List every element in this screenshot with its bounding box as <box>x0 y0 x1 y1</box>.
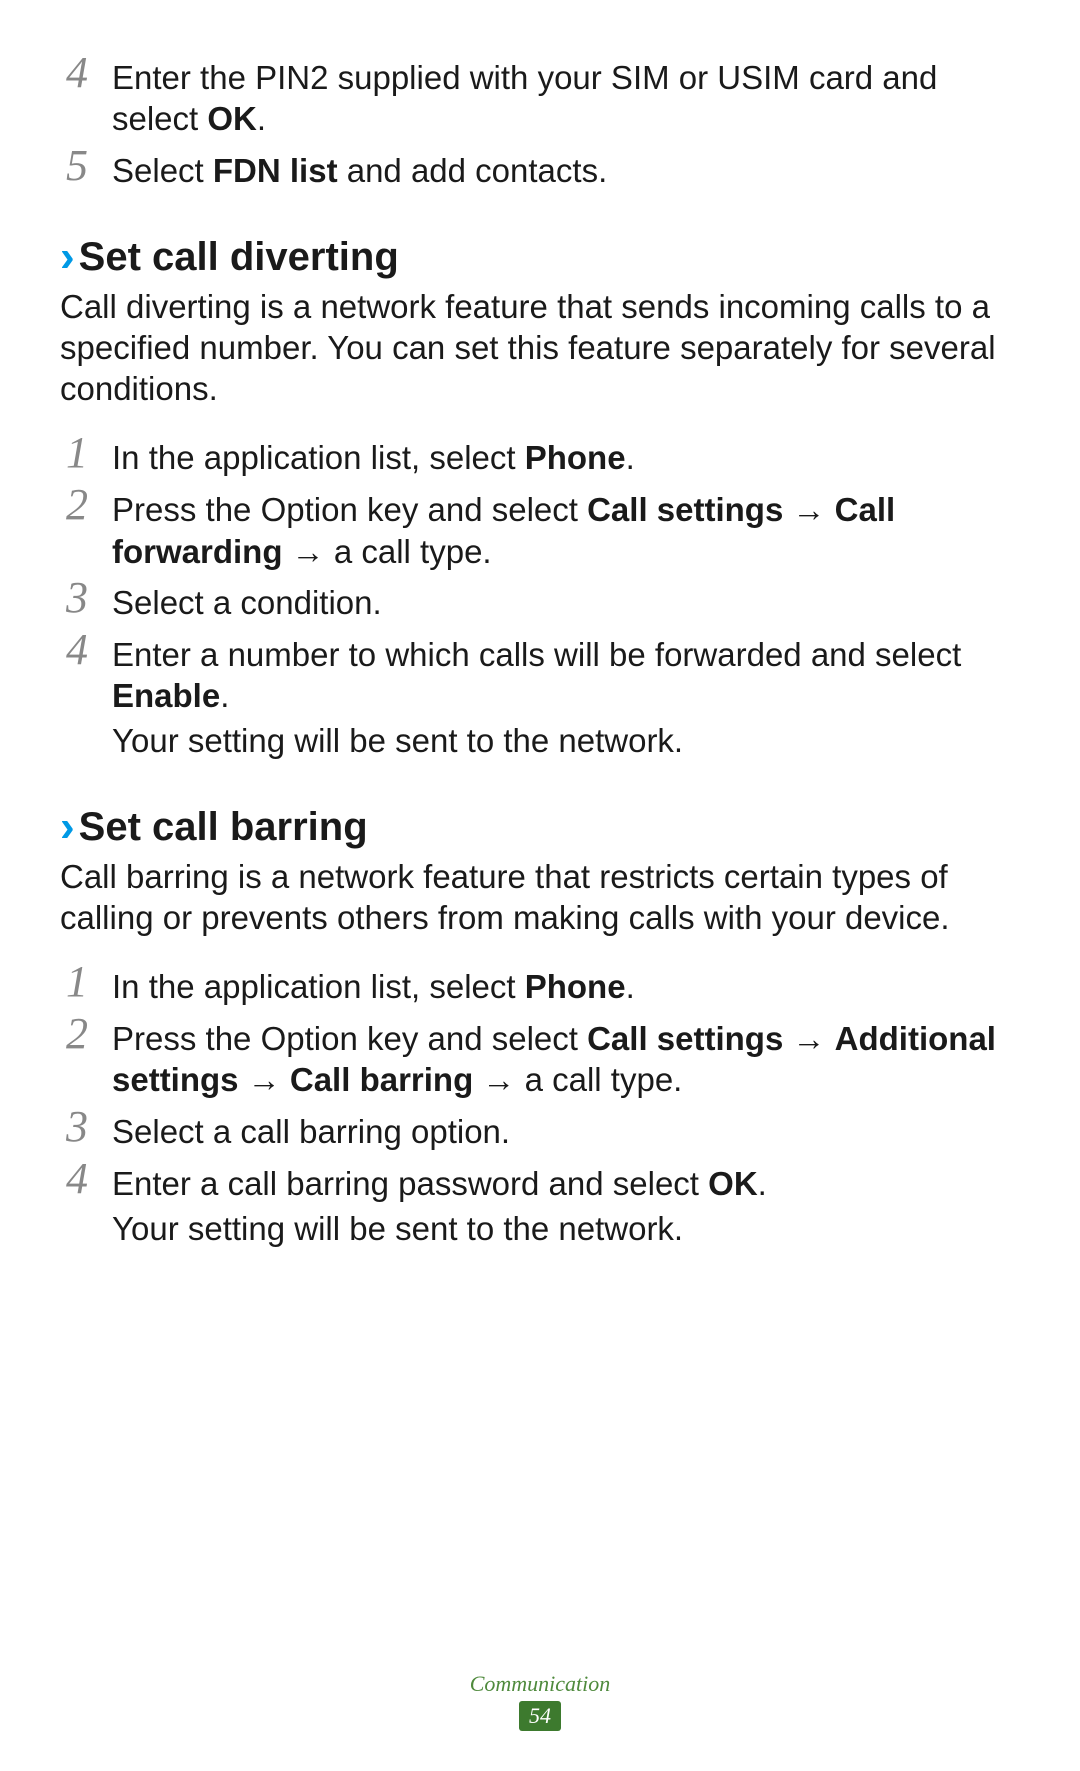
text-run: Enter a number to which calls will be fo… <box>112 636 961 673</box>
section-heading-call-diverting: › Set call diverting <box>60 232 1020 282</box>
section-description: Call barring is a network feature that r… <box>60 856 1020 939</box>
numbered-step: 4Enter the PIN2 supplied with your SIM o… <box>60 55 1020 140</box>
text-run: . <box>626 968 635 1005</box>
page-footer: Communication 54 <box>0 1671 1080 1731</box>
step-text: Enter the PIN2 supplied with your SIM or… <box>112 55 1020 140</box>
step-number: 5 <box>60 144 94 188</box>
text-run: . <box>257 100 266 137</box>
step-text: Select a call barring option. <box>112 1109 1020 1152</box>
section-heading-call-barring: › Set call barring <box>60 802 1020 852</box>
text-run: . <box>758 1165 767 1202</box>
page-content: 4 Enter the PIN2 supplied with your SIM o… <box>60 55 1020 1249</box>
text-run: In the application list, select <box>112 968 525 1005</box>
bold-term: Call barring <box>290 1061 473 1098</box>
step-number: 1 <box>60 431 94 475</box>
numbered-step: 4Enter a call barring password and selec… <box>60 1161 1020 1250</box>
section-title: Set call diverting <box>79 232 399 282</box>
step-text: Select FDN list and add contacts. <box>112 148 1020 191</box>
text-run: → <box>783 1020 834 1057</box>
step-text: In the application list, select Phone. <box>112 964 1020 1007</box>
text-run: → <box>239 1061 290 1098</box>
step-text: Press the Option key and select Call set… <box>112 1016 1020 1101</box>
numbered-step: 5Select FDN list and add contacts. <box>60 148 1020 192</box>
step-number: 4 <box>60 628 94 672</box>
text-run: . <box>626 439 635 476</box>
text-run: Select <box>112 152 213 189</box>
section1-step-list: 1In the application list, select Phone.2… <box>60 435 1020 761</box>
step-number: 3 <box>60 576 94 620</box>
bold-term: Call settings <box>587 491 783 528</box>
section-description: Call diverting is a network feature that… <box>60 286 1020 410</box>
numbered-step: 1In the application list, select Phone. <box>60 435 1020 479</box>
step-text: In the application list, select Phone. <box>112 435 1020 478</box>
text-run: Enter a call barring password and select <box>112 1165 708 1202</box>
text-run: In the application list, select <box>112 439 525 476</box>
step-number: 3 <box>60 1105 94 1149</box>
numbered-step: 3Select a call barring option. <box>60 1109 1020 1153</box>
text-run: Select a condition. <box>112 584 382 621</box>
step-number: 4 <box>60 1157 94 1201</box>
step-number: 1 <box>60 960 94 1004</box>
manual-page: 4 Enter the PIN2 supplied with your SIM o… <box>0 0 1080 1771</box>
step-text: Enter a number to which calls will be fo… <box>112 632 1020 762</box>
bold-term: Phone <box>525 439 626 476</box>
text-run: → a call type. <box>283 533 492 570</box>
numbered-step: 3Select a condition. <box>60 580 1020 624</box>
text-run: Press the Option key and select <box>112 491 587 528</box>
step-followup-text: Your setting will be sent to the network… <box>112 720 1020 761</box>
bold-term: OK <box>708 1165 758 1202</box>
section-title: Set call barring <box>79 802 368 852</box>
section2-step-list: 1In the application list, select Phone.2… <box>60 964 1020 1249</box>
step-text: Press the Option key and select Call set… <box>112 487 1020 572</box>
chevron-icon: › <box>60 235 75 279</box>
bold-term: Call settings <box>587 1020 783 1057</box>
step-followup-text: Your setting will be sent to the network… <box>112 1208 1020 1249</box>
step-text: Enter a call barring password and select… <box>112 1161 1020 1250</box>
numbered-step: 2Press the Option key and select Call se… <box>60 487 1020 572</box>
step-number: 2 <box>60 1012 94 1056</box>
text-run: → <box>783 491 834 528</box>
page-number: 54 <box>519 1701 561 1731</box>
text-run: and add contacts. <box>338 152 608 189</box>
bold-term: Enable <box>112 677 220 714</box>
intro-step-list: 4Enter the PIN2 supplied with your SIM o… <box>60 55 1020 192</box>
footer-section-label: Communication <box>0 1671 1080 1697</box>
text-run: . <box>220 677 229 714</box>
step-number: 4 <box>60 51 94 95</box>
step-text: Select a condition. <box>112 580 1020 623</box>
step-number: 2 <box>60 483 94 527</box>
text-run: → a call type. <box>473 1061 682 1098</box>
text-run: Press the Option key and select <box>112 1020 587 1057</box>
numbered-step: 4Enter a number to which calls will be f… <box>60 632 1020 762</box>
bold-term: Phone <box>525 968 626 1005</box>
numbered-step: 1In the application list, select Phone. <box>60 964 1020 1008</box>
text-run: Select a call barring option. <box>112 1113 510 1150</box>
bold-term: FDN list <box>213 152 338 189</box>
bold-term: OK <box>207 100 257 137</box>
numbered-step: 2Press the Option key and select Call se… <box>60 1016 1020 1101</box>
chevron-icon: › <box>60 805 75 849</box>
